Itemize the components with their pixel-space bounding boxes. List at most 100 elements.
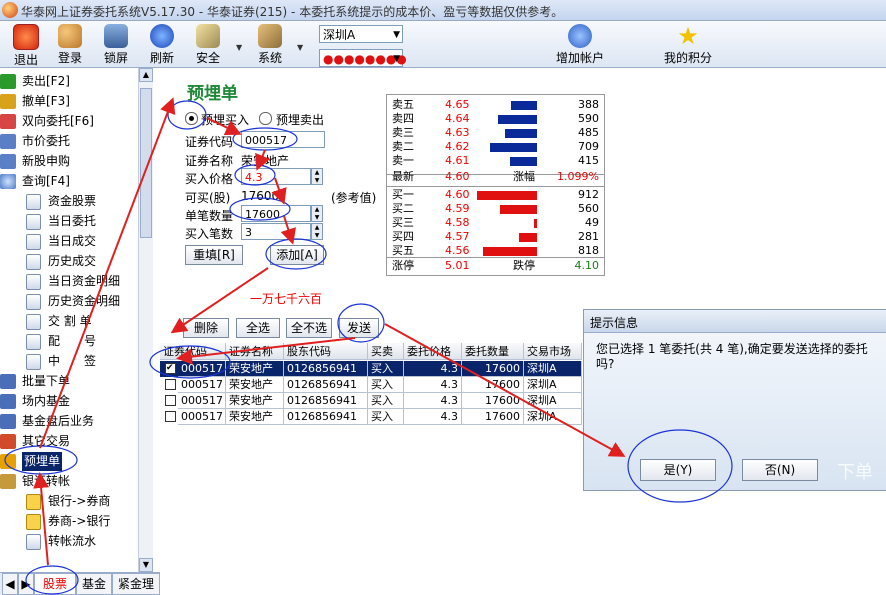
chevron-down-icon[interactable]: ▼: [297, 43, 307, 52]
table-cell: 买入: [368, 393, 404, 409]
refresh-button[interactable]: 刷新: [136, 23, 188, 65]
scroll-down-icon[interactable]: ▼: [139, 558, 153, 572]
row-checkbox[interactable]: ✔: [165, 363, 176, 374]
select-all-button[interactable]: 全选: [236, 318, 280, 338]
no-button[interactable]: 否(N): [742, 459, 818, 481]
delete-button[interactable]: 删除: [183, 318, 229, 338]
table-header[interactable]: 交易市场: [524, 343, 582, 360]
table-cell: 买入: [368, 409, 404, 425]
document-icon: [26, 214, 41, 230]
code-label: 证券代码: [185, 135, 234, 149]
table-header[interactable]: 证券代码: [160, 343, 226, 360]
login-button[interactable]: 登录: [44, 23, 96, 65]
radio-buy[interactable]: [185, 112, 198, 125]
my-points-button[interactable]: ★ 我的积分: [660, 23, 716, 65]
quote-buy-row: 买三 4.58 49: [392, 216, 599, 229]
table-header[interactable]: 股东代码: [284, 343, 368, 360]
quote-sell-row: 卖五 4.65 388: [392, 98, 599, 111]
reset-button[interactable]: 重填[R]: [185, 245, 243, 265]
count-input[interactable]: 3: [241, 223, 311, 240]
code-input[interactable]: 000517: [241, 131, 325, 148]
row-checkbox[interactable]: [165, 395, 176, 406]
table-cell: 0126856941: [284, 393, 368, 409]
name-label: 证券名称: [185, 154, 234, 168]
table-cell: 4.3: [404, 377, 462, 393]
fund-icon: [0, 394, 16, 409]
tools-icon: [258, 24, 282, 48]
send-button[interactable]: 发送: [339, 318, 379, 338]
quantity-stepper[interactable]: ▲ ▼: [311, 205, 323, 222]
count-stepper[interactable]: ▲ ▼: [311, 223, 323, 240]
table-cell: 000517: [178, 393, 226, 409]
quote-sell-row: 卖四 4.64 590: [392, 112, 599, 125]
market-select[interactable]: 深圳A ▼: [319, 25, 403, 43]
order-icon: [0, 114, 16, 129]
table-header[interactable]: 买卖: [368, 343, 404, 360]
table-header[interactable]: 委托价格: [404, 343, 462, 360]
row-checkbox[interactable]: [165, 379, 176, 390]
tab-wealth[interactable]: 紧金理: [112, 573, 160, 595]
toolbar: 退出 登录 锁屏 刷新 安全 ▼ 系统 ▼ 深圳A ▼ ●●●●●●●● ▼ 增加帐…: [0, 21, 886, 68]
table-cell: 深圳A: [524, 361, 582, 377]
row-checkbox[interactable]: [165, 411, 176, 422]
scroll-up-icon[interactable]: ▲: [139, 68, 153, 82]
dialog-title: 提示信息: [590, 316, 639, 330]
count-label: 买入笔数: [185, 227, 234, 241]
table-cell: 000517: [178, 377, 226, 393]
table-cell: 荣安地产: [226, 377, 284, 393]
volume-bar: [477, 191, 537, 200]
sidebar-scrollbar[interactable]: ▲ ▼: [138, 68, 153, 572]
dialog-titlebar: 提示信息: [584, 310, 886, 333]
table-header[interactable]: 证券名称: [226, 343, 284, 360]
radio-buy-label: 预埋买入: [201, 113, 250, 127]
table-cell: 000517: [178, 409, 226, 425]
document-icon: [26, 334, 41, 350]
reference-label: (参考值): [331, 191, 377, 205]
table-cell: 深圳A: [524, 409, 582, 425]
tab-scroll-left-icon[interactable]: ◀: [2, 573, 18, 595]
sidebar: 卖出[F2] 撤单[F3] 双向委托[F6] 市价委托 新股申购 查询[F4] …: [0, 68, 153, 572]
account-select[interactable]: ●●●●●●●● ▼: [319, 49, 407, 67]
lock-screen-button[interactable]: 锁屏: [90, 23, 142, 65]
add-button[interactable]: 添加[A]: [270, 245, 324, 265]
price-input[interactable]: 4.3: [241, 168, 311, 185]
quote-panel: 卖五 4.65 388 卖四 4.64 590 卖三 4.63 485 卖二 4.62 709 卖一 4.…: [386, 94, 605, 276]
document-icon: [26, 254, 41, 270]
order-icon: [0, 154, 16, 169]
tab-fund[interactable]: 基金: [76, 573, 112, 595]
document-icon: [26, 274, 41, 290]
tab-stock[interactable]: 股票: [34, 573, 76, 595]
tab-scroll-right-icon[interactable]: ▶: [18, 573, 34, 595]
table-header[interactable]: 委托数量: [462, 343, 524, 360]
volume-bar: [500, 205, 537, 214]
volume-bar: [510, 157, 537, 166]
lock-icon: [104, 24, 128, 48]
order-table: 证券代码 证券名称 股东代码 买卖 委托价格 委托数量 交易市场 ✔ 000517 荣安地产 012…: [160, 343, 584, 427]
scroll-thumb[interactable]: [140, 88, 152, 238]
volume-bar: [519, 233, 537, 242]
table-cell: 深圳A: [524, 393, 582, 409]
radio-sell-label: 预埋卖出: [276, 113, 325, 127]
table-cell: 0126856941: [284, 409, 368, 425]
watermark-text: 下单: [837, 462, 873, 483]
security-button[interactable]: 安全: [182, 23, 234, 65]
yes-button[interactable]: 是(Y): [640, 459, 716, 481]
table-cell: 荣安地产: [226, 409, 284, 425]
table-cell: 荣安地产: [226, 393, 284, 409]
radio-sell[interactable]: [259, 112, 272, 125]
price-stepper[interactable]: ▲ ▼: [311, 168, 323, 185]
preorder-icon: [0, 454, 16, 469]
star-icon: ★: [677, 22, 699, 50]
volume-bar: [490, 143, 537, 152]
table-cell: 000517: [178, 361, 226, 377]
add-account-button[interactable]: 增加帐户: [552, 23, 608, 65]
bank-icon: [0, 474, 16, 489]
table-cell: 17600: [462, 409, 524, 425]
select-none-button[interactable]: 全不选: [286, 318, 332, 338]
quantity-input[interactable]: 17600: [241, 205, 311, 222]
order-icon: [0, 134, 16, 149]
fund-icon: [0, 414, 16, 429]
name-value: 荣安地产: [241, 154, 290, 168]
system-button[interactable]: 系统: [244, 23, 296, 65]
window-title: 华泰网上证券委托系统V5.17.30 - 华泰证券(215) - 本委托系统提示…: [21, 5, 564, 19]
